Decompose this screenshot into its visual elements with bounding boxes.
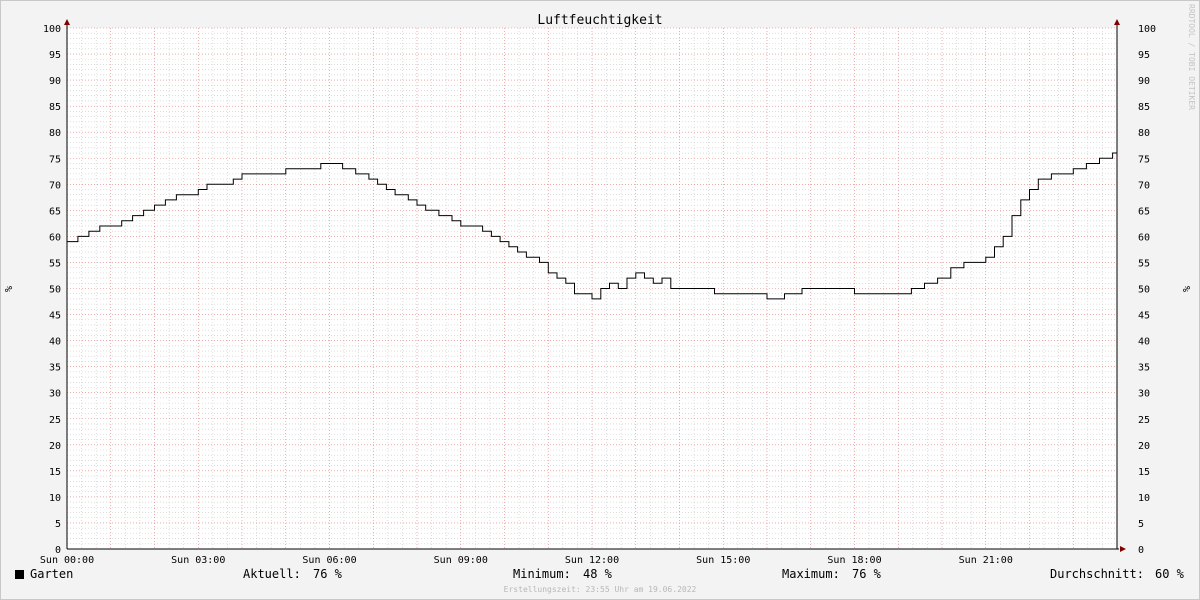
y-axis-arrow-left bbox=[64, 19, 70, 25]
y-tick-label-left: 100 bbox=[43, 24, 61, 35]
y-tick-label-left: 65 bbox=[49, 206, 61, 217]
y-tick-label-right: 0 bbox=[1138, 545, 1144, 556]
y-tick-label-right: 15 bbox=[1138, 467, 1150, 478]
y-tick-label-left: 95 bbox=[49, 50, 61, 61]
y-tick-label-right: 55 bbox=[1138, 258, 1150, 269]
y-tick-label-left: 10 bbox=[49, 493, 61, 504]
y-tick-label-right: 100 bbox=[1138, 24, 1156, 35]
legend-current-value: 76 % bbox=[313, 567, 342, 581]
y-tick-label-left: 25 bbox=[49, 415, 61, 426]
y-tick-label-right: 40 bbox=[1138, 337, 1150, 348]
y-tick-label-right: 5 bbox=[1138, 519, 1144, 530]
x-tick-label: Sun 06:00 bbox=[302, 555, 356, 566]
y-tick-label-right: 75 bbox=[1138, 154, 1150, 165]
y-tick-label-right: 60 bbox=[1138, 232, 1150, 243]
x-tick-label: Sun 21:00 bbox=[959, 555, 1013, 566]
y-tick-label-right: 30 bbox=[1138, 389, 1150, 400]
y-tick-label-left: 85 bbox=[49, 102, 61, 113]
y-tick-label-right: 65 bbox=[1138, 206, 1150, 217]
legend-max-value: 76 % bbox=[852, 567, 881, 581]
legend-avg-value: 60 % bbox=[1155, 567, 1184, 581]
watermark: RRDTOOL / TOBI OETIKER bbox=[1187, 4, 1196, 110]
y-tick-label-left: 70 bbox=[49, 180, 61, 191]
chart: Luftfeuchtigkeit % % 0 05 510 1015 1520 2025 2… bbox=[4, 13, 1193, 566]
y-tick-label-left: 75 bbox=[49, 154, 61, 165]
y-tick-label-left: 60 bbox=[49, 232, 61, 243]
x-tick-label: Sun 00:00 bbox=[40, 555, 94, 566]
y-tick-label-left: 90 bbox=[49, 76, 61, 87]
y-tick-label-right: 10 bbox=[1138, 493, 1150, 504]
y-tick-label-right: 50 bbox=[1138, 285, 1150, 296]
y-tick-label-left: 50 bbox=[49, 285, 61, 296]
chart-title: Luftfeuchtigkeit bbox=[537, 13, 662, 28]
x-tick-label: Sun 12:00 bbox=[565, 555, 619, 566]
y-tick-label-left: 80 bbox=[49, 128, 61, 139]
legend-swatch-garten bbox=[15, 570, 24, 579]
y-tick-label-right: 95 bbox=[1138, 50, 1150, 61]
x-tick-label: Sun 03:00 bbox=[171, 555, 225, 566]
x-tick-label: Sun 15:00 bbox=[696, 555, 750, 566]
y-tick-label-left: 40 bbox=[49, 337, 61, 348]
y-axis-label-right: % bbox=[1182, 286, 1193, 292]
legend-current-label: Aktuell: bbox=[243, 567, 301, 581]
y-tick-label-right: 25 bbox=[1138, 415, 1150, 426]
y-tick-label-left: 20 bbox=[49, 441, 61, 452]
y-tick-label-right: 90 bbox=[1138, 76, 1150, 87]
y-tick-label-right: 20 bbox=[1138, 441, 1150, 452]
legend-avg-label: Durchschnitt: bbox=[1050, 567, 1144, 581]
y-axis-arrow-right bbox=[1114, 19, 1120, 25]
x-tick-label: Sun 18:00 bbox=[827, 555, 881, 566]
x-axis-arrow bbox=[1120, 546, 1126, 552]
legend: Garten Aktuell: 76 % Minimum: 48 % Maxim… bbox=[0, 566, 1200, 586]
creation-time-footer: Erstellungszeit: 23:55 Uhr am 19.06.2022 bbox=[503, 585, 697, 594]
legend-series-name: Garten bbox=[30, 567, 74, 581]
y-tick-label-left: 35 bbox=[49, 363, 61, 374]
y-tick-label-right: 70 bbox=[1138, 180, 1150, 191]
y-tick-label-right: 85 bbox=[1138, 102, 1150, 113]
y-axis-label-left: % bbox=[4, 286, 15, 292]
legend-max-label: Maximum: bbox=[782, 567, 840, 581]
y-tick-label-right: 45 bbox=[1138, 311, 1150, 322]
y-tick-label-left: 55 bbox=[49, 258, 61, 269]
y-tick-label-left: 45 bbox=[49, 311, 61, 322]
y-tick-label-right: 80 bbox=[1138, 128, 1150, 139]
y-tick-label-left: 15 bbox=[49, 467, 61, 478]
legend-min-label: Minimum: bbox=[513, 567, 571, 581]
y-tick-label-left: 5 bbox=[55, 519, 61, 530]
x-tick-label: Sun 09:00 bbox=[434, 555, 488, 566]
legend-min-value: 48 % bbox=[583, 567, 612, 581]
y-tick-label-right: 35 bbox=[1138, 363, 1150, 374]
y-tick-label-left: 30 bbox=[49, 389, 61, 400]
